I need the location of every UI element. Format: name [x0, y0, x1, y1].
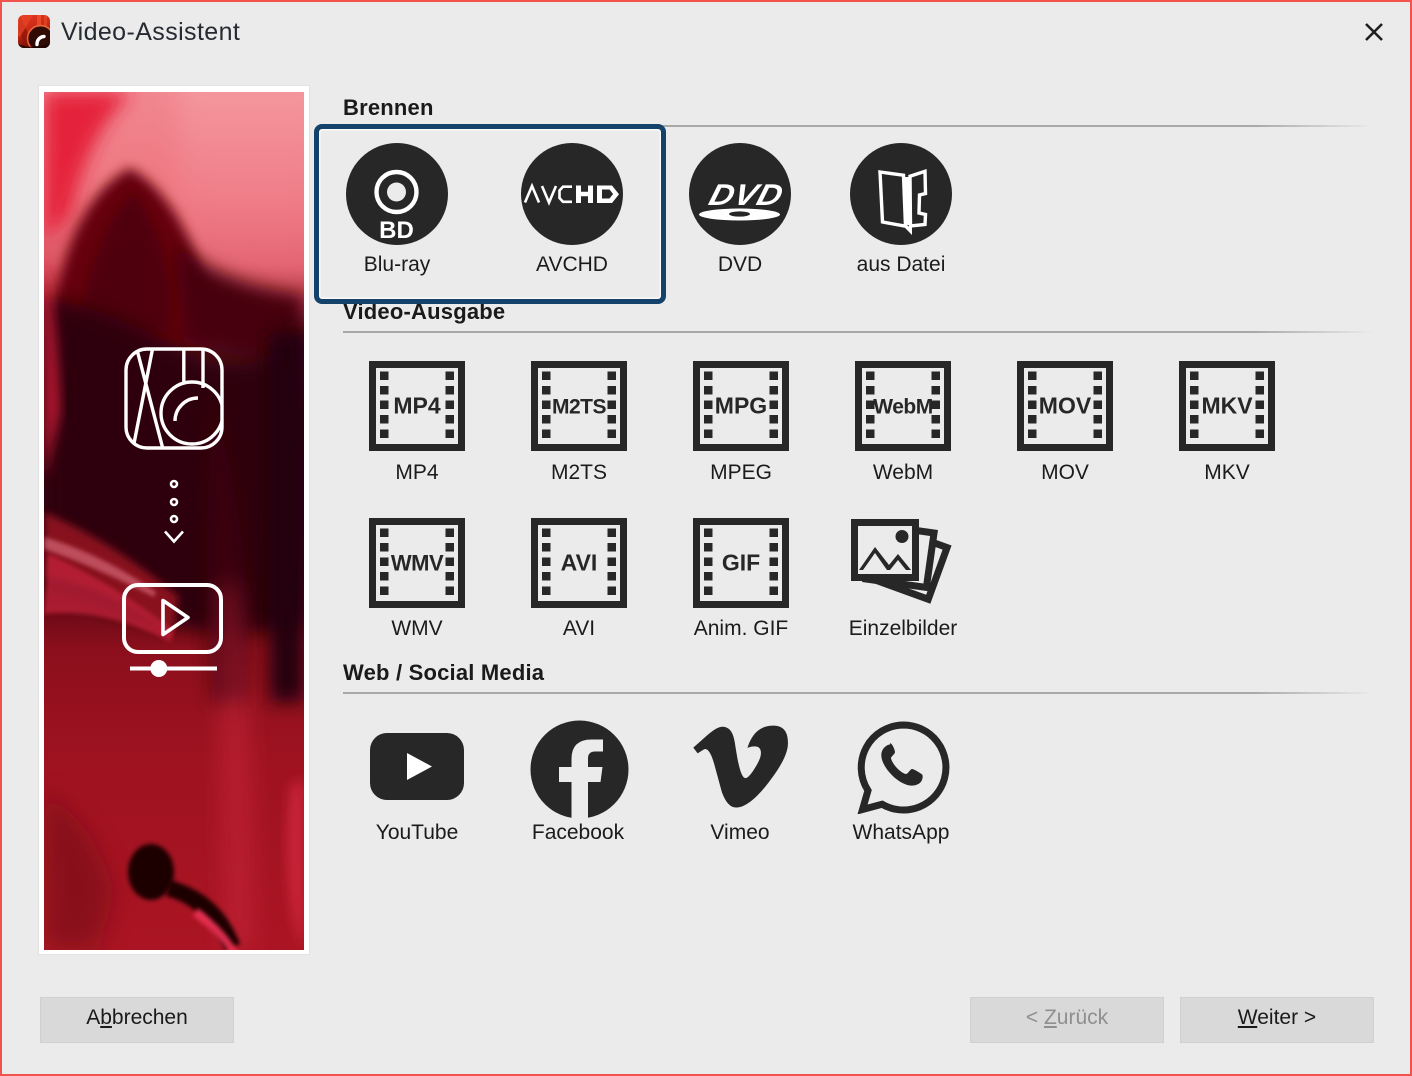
svg-text:DVD: DVD	[705, 178, 787, 211]
svg-text:BD: BD	[379, 217, 414, 244]
svg-text:MKV: MKV	[1201, 393, 1253, 419]
svg-text:M2TS: M2TS	[552, 396, 607, 419]
svg-text:MP4: MP4	[393, 393, 441, 419]
svg-text:AVI: AVI	[561, 550, 598, 576]
svg-text:MPG: MPG	[715, 393, 767, 419]
svg-text:WebM: WebM	[873, 396, 932, 419]
svg-text:WMV: WMV	[391, 551, 444, 576]
svg-text:GIF: GIF	[722, 550, 760, 576]
svg-text:MOV: MOV	[1039, 393, 1092, 419]
